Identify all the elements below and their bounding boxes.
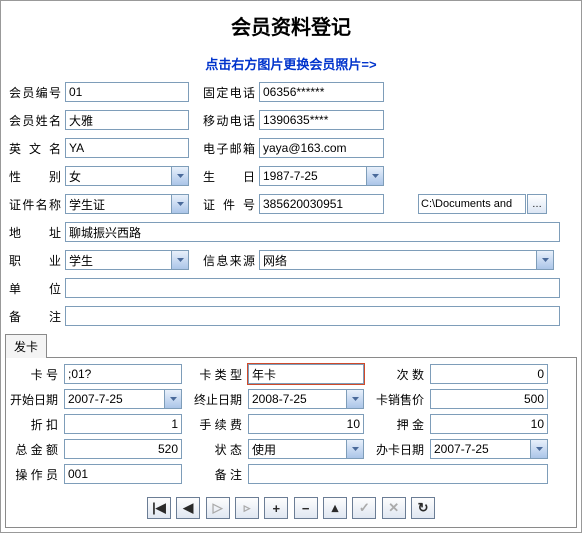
remark-input[interactable] bbox=[65, 306, 560, 326]
chevron-down-icon bbox=[164, 390, 181, 408]
fee-input[interactable] bbox=[248, 414, 364, 434]
mobile-phone-input[interactable] bbox=[259, 110, 384, 130]
member-no-input[interactable] bbox=[65, 82, 189, 102]
label-deposit: 押 金 bbox=[376, 416, 430, 433]
card-no-input[interactable] bbox=[64, 364, 182, 384]
label-card-remark: 备 注 bbox=[194, 466, 248, 483]
discount-input[interactable] bbox=[64, 414, 182, 434]
photo-browse-button[interactable]: … bbox=[527, 194, 547, 214]
gender-value: 女 bbox=[66, 168, 171, 185]
nav-last-button[interactable]: ▹ bbox=[235, 497, 259, 519]
chevron-down-icon bbox=[171, 251, 188, 269]
id-type-select[interactable]: 学生证 bbox=[65, 194, 189, 214]
chevron-down-icon bbox=[536, 251, 553, 269]
page-title: 会员资料登记 bbox=[5, 5, 577, 50]
issue-date-select[interactable]: 2007-7-25 bbox=[430, 439, 548, 459]
label-member-no: 会员编号 bbox=[5, 84, 65, 101]
tab-card[interactable]: 发卡 bbox=[5, 334, 47, 358]
nav-delete-button[interactable]: − bbox=[294, 497, 318, 519]
label-times: 次 数 bbox=[376, 366, 430, 383]
label-gender: 性 别 bbox=[5, 168, 65, 185]
english-name-input[interactable] bbox=[65, 138, 189, 158]
deposit-input[interactable] bbox=[430, 414, 548, 434]
label-birthday: 生 日 bbox=[199, 168, 259, 185]
label-mobile-phone: 移动电话 bbox=[199, 112, 259, 129]
nav-refresh-button[interactable]: ↻ bbox=[411, 497, 435, 519]
label-member-name: 会员姓名 bbox=[5, 112, 65, 129]
form-container: 会员资料登记 点击右方图片更换会员照片=> 会员编号 固定电话 会员姓名 移动电… bbox=[0, 0, 582, 533]
photo-hint[interactable]: 点击右方图片更换会员照片=> bbox=[5, 50, 577, 81]
label-remark: 备 注 bbox=[5, 308, 65, 325]
chevron-down-icon bbox=[366, 167, 383, 185]
label-fee: 手 续 费 bbox=[194, 416, 248, 433]
nav-prev-button[interactable]: ◀ bbox=[176, 497, 200, 519]
chevron-down-icon bbox=[171, 195, 188, 213]
nav-edit-button[interactable]: ▴ bbox=[323, 497, 347, 519]
fixed-phone-input[interactable] bbox=[259, 82, 384, 102]
label-id-no: 证 件 号 bbox=[199, 196, 259, 213]
label-card-no: 卡 号 bbox=[10, 366, 64, 383]
nav-cancel-button[interactable]: ✕ bbox=[382, 497, 406, 519]
birthday-value: 1987-7-25 bbox=[260, 169, 366, 183]
label-fixed-phone: 固定电话 bbox=[199, 84, 259, 101]
nav-add-button[interactable]: + bbox=[264, 497, 288, 519]
company-input[interactable] bbox=[65, 278, 560, 298]
label-company: 单 位 bbox=[5, 280, 65, 297]
info-source-value: 网络 bbox=[260, 252, 536, 269]
label-operator: 操 作 员 bbox=[10, 466, 64, 483]
operator-input[interactable] bbox=[64, 464, 182, 484]
start-date-select[interactable]: 2007-7-25 bbox=[64, 389, 182, 409]
label-address: 地 址 bbox=[5, 224, 65, 241]
photo-path-box: C:\Documents and bbox=[418, 194, 526, 214]
tab-card-body: 卡 号 卡 类 型 次 数 开始日期 2007-7-25 终止日期 2008-7… bbox=[5, 357, 577, 528]
nav-save-button[interactable]: ✓ bbox=[352, 497, 376, 519]
label-sale-price: 卡销售价 bbox=[376, 391, 430, 408]
label-discount: 折 扣 bbox=[10, 416, 64, 433]
label-status: 状 态 bbox=[194, 441, 248, 458]
total-input[interactable] bbox=[64, 439, 182, 459]
label-occupation: 职 业 bbox=[5, 252, 65, 269]
times-input[interactable] bbox=[430, 364, 548, 384]
card-type-input[interactable] bbox=[248, 364, 364, 384]
id-no-input[interactable] bbox=[259, 194, 384, 214]
info-source-select[interactable]: 网络 bbox=[259, 250, 554, 270]
label-card-type: 卡 类 型 bbox=[194, 366, 248, 383]
label-issue-date: 办卡日期 bbox=[376, 441, 430, 458]
id-type-value: 学生证 bbox=[66, 196, 171, 213]
address-input[interactable] bbox=[65, 222, 560, 242]
card-remark-input[interactable] bbox=[248, 464, 548, 484]
chevron-down-icon bbox=[346, 440, 363, 458]
birthday-select[interactable]: 1987-7-25 bbox=[259, 166, 384, 186]
label-email: 电子邮箱 bbox=[199, 140, 259, 157]
chevron-down-icon bbox=[346, 390, 363, 408]
label-start-date: 开始日期 bbox=[10, 391, 64, 408]
label-english-name: 英 文 名 bbox=[5, 140, 65, 157]
record-navigator: |◀ ◀ ▷ ▹ + − ▴ ✓ ✕ ↻ bbox=[10, 489, 572, 523]
nav-next-button[interactable]: ▷ bbox=[206, 497, 230, 519]
label-info-source: 信息来源 bbox=[199, 252, 259, 269]
occupation-value: 学生 bbox=[66, 252, 171, 269]
sale-price-input[interactable] bbox=[430, 389, 548, 409]
chevron-down-icon bbox=[171, 167, 188, 185]
chevron-down-icon bbox=[530, 440, 547, 458]
status-select[interactable]: 使用 bbox=[248, 439, 364, 459]
nav-first-button[interactable]: |◀ bbox=[147, 497, 171, 519]
gender-select[interactable]: 女 bbox=[65, 166, 189, 186]
label-end-date: 终止日期 bbox=[194, 391, 248, 408]
email-input[interactable] bbox=[259, 138, 384, 158]
label-total: 总 金 额 bbox=[10, 441, 64, 458]
member-name-input[interactable] bbox=[65, 110, 189, 130]
label-id-type: 证件名称 bbox=[5, 196, 65, 213]
occupation-select[interactable]: 学生 bbox=[65, 250, 189, 270]
end-date-select[interactable]: 2008-7-25 bbox=[248, 389, 364, 409]
